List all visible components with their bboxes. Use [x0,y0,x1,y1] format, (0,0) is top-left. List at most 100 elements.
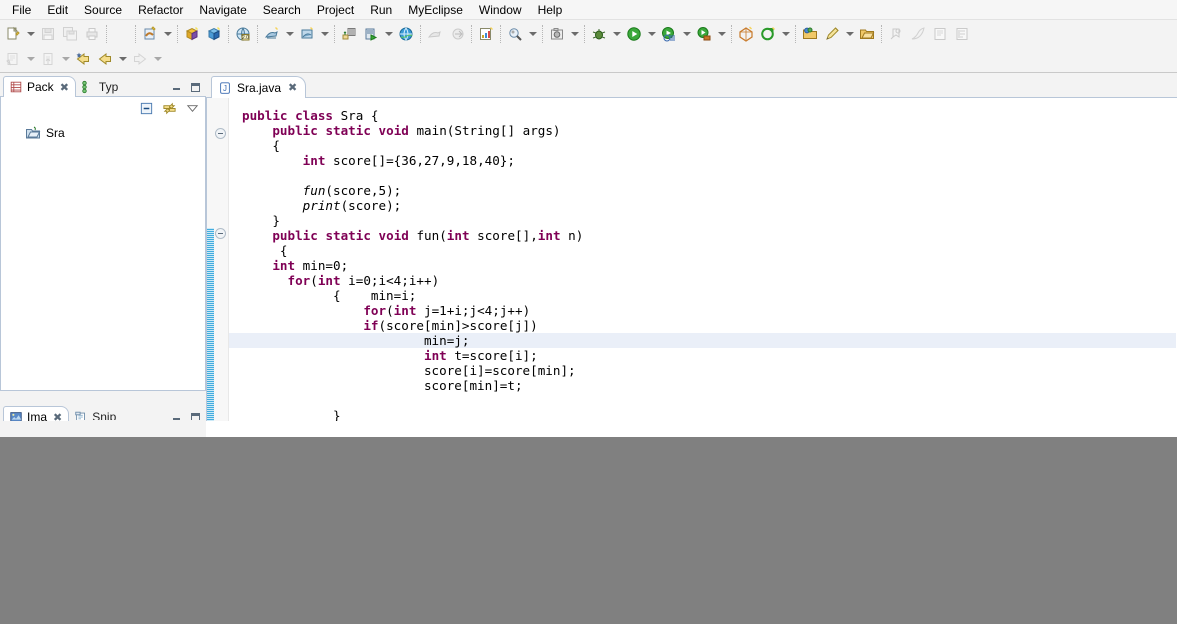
view-menu-button[interactable] [182,99,202,117]
image-view-part: Ima ✖ Snip [0,403,206,421]
close-icon[interactable]: ✖ [60,81,69,94]
menu-item-search[interactable]: Search [255,1,309,19]
print-icon[interactable] [81,23,103,45]
toolbar-separator [584,24,585,43]
type-hierarchy-icon [81,80,95,94]
deploy-icon[interactable] [261,23,283,45]
open-type-icon[interactable] [424,23,446,45]
menu-item-help[interactable]: Help [530,1,571,19]
editor-tab-sra-java[interactable]: J Sra.java ✖ [211,76,307,98]
toggle-mark-icon[interactable] [885,23,907,45]
package-explorer-tab-typ[interactable]: Typ [76,76,124,97]
code-line: print(score); [302,198,402,213]
package-explorer-tab-pack[interactable]: Pack ✖ [3,76,76,97]
snapshot-icon[interactable] [546,23,568,45]
save-icon[interactable] [37,23,59,45]
back-history-icon[interactable] [94,48,116,70]
image-view-tab-ima[interactable]: Ima ✖ [3,406,70,422]
save-all-icon[interactable] [59,23,81,45]
debug-dropdown[interactable] [610,23,623,45]
run-icon[interactable] [623,23,645,45]
menu-item-file[interactable]: File [4,1,39,19]
build-dropdown[interactable] [161,23,174,45]
code-line: int min=0; [272,258,349,273]
new-generic-icon[interactable] [757,23,779,45]
new-annotation-dropdown[interactable] [24,48,37,70]
maximize-view-button[interactable] [189,81,202,94]
toolbar-separator [228,24,229,43]
main-toolbar: 2.0 [0,20,1177,73]
menu-item-myeclipse[interactable]: MyEclipse [400,1,471,19]
external-tools-icon[interactable] [693,23,715,45]
fold-collapse-marker[interactable] [215,128,226,139]
java-editor[interactable]: public class Sra { public static void ma… [206,98,1177,421]
search-dropdown[interactable] [526,23,539,45]
search-class-icon[interactable] [504,23,526,45]
link-with-editor-button[interactable] [159,99,179,117]
new-java-project-icon[interactable] [181,23,203,45]
fold-collapse-marker[interactable] [215,228,226,239]
code-text-area[interactable]: public class Sra { public static void ma… [229,98,1176,421]
code-line: fun(score,5); [302,183,402,198]
debug-icon[interactable] [588,23,610,45]
package-explorer-tree[interactable]: Sra [0,119,206,391]
word-wrap-icon[interactable] [951,23,973,45]
close-icon[interactable]: ✖ [53,411,62,422]
folding-ruler[interactable] [207,98,229,421]
menu-item-source[interactable]: Source [76,1,130,19]
toolbar-separator [106,24,107,43]
menu-item-refactor[interactable]: Refactor [130,1,191,19]
menu-item-window[interactable]: Window [471,1,530,19]
menu-item-edit[interactable]: Edit [39,1,76,19]
menu-item-run[interactable]: Run [362,1,400,19]
open-declaration-dropdown[interactable] [59,48,72,70]
toolbar-separator [135,24,136,43]
new-wizard-icon[interactable] [2,23,24,45]
run-server-dropdown[interactable] [382,23,395,45]
code-line: score[min]=t; [242,378,523,393]
show-whitespace-icon[interactable] [929,23,951,45]
forward-dropdown[interactable] [151,48,164,70]
back-history-dropdown[interactable] [116,48,129,70]
run-server-icon[interactable] [360,23,382,45]
run-history-dropdown[interactable] [680,23,693,45]
snapshot-dropdown[interactable] [568,23,581,45]
new-class-icon[interactable] [735,23,757,45]
edit-icon[interactable] [821,23,843,45]
open-declaration-icon[interactable] [37,48,59,70]
left-panel-filler [0,420,206,437]
server-icon[interactable] [296,23,318,45]
menu-item-project[interactable]: Project [309,1,362,19]
image-view-icon [9,410,23,421]
report-icon[interactable] [475,23,497,45]
new-generic-dropdown[interactable] [779,23,792,45]
deploy-dropdown[interactable] [283,23,296,45]
close-icon[interactable]: ✖ [288,81,297,94]
package-explorer-tab-label: Pack [27,80,54,94]
open-folder-icon[interactable] [799,23,821,45]
import-db-icon[interactable] [338,23,360,45]
new-package-icon[interactable] [203,23,225,45]
server-dropdown[interactable] [318,23,331,45]
new-wizard-dropdown[interactable] [24,23,37,45]
edit-dropdown[interactable] [843,23,856,45]
back-icon[interactable] [72,48,94,70]
code-line: public class Sra { [242,108,379,123]
forward-icon[interactable] [129,48,151,70]
next-annotation-icon[interactable] [446,23,468,45]
web20-icon[interactable]: 2.0 [232,23,254,45]
browser-icon[interactable] [395,23,417,45]
tree-item-sra[interactable]: Sra [1,124,205,142]
toggle-pen-icon[interactable] [907,23,929,45]
collapse-all-button[interactable] [136,99,156,117]
minimize-view-button[interactable] [170,81,183,94]
build-icon[interactable] [139,23,161,45]
image-view-tab-snip[interactable]: Snip [69,406,122,421]
menu-item-navigate[interactable]: Navigate [191,1,254,19]
run-dropdown[interactable] [645,23,658,45]
open-resource-icon[interactable] [856,23,878,45]
run-history-icon[interactable] [658,23,680,45]
new-annotation-icon[interactable] [2,48,24,70]
external-tools-dropdown[interactable] [715,23,728,45]
